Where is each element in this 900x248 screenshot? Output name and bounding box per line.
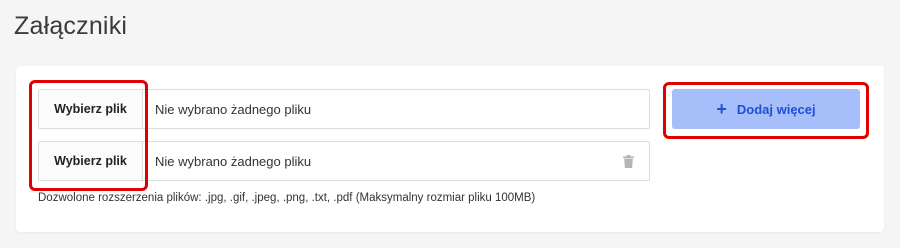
trash-icon[interactable] xyxy=(621,154,635,168)
file-input-row: Wybierz plik Nie wybrano żadnego pliku xyxy=(38,89,650,129)
add-more-label: Dodaj więcej xyxy=(736,101,816,117)
file-status-text: Nie wybrano żadnego pliku xyxy=(155,101,312,117)
file-status-text: Nie wybrano żadnego pliku xyxy=(155,153,312,169)
attachments-card: Wybierz plik Nie wybrano żadnego pliku W… xyxy=(16,66,884,232)
page-title: Załączniki xyxy=(14,12,128,40)
allowed-extensions-note: Dozwolone rozszerzenia plików: .jpg, .gi… xyxy=(38,192,536,204)
plus-icon: + xyxy=(716,99,727,119)
attachments-page: Załączniki Wybierz plik Nie wybrano żadn… xyxy=(0,0,900,248)
add-more-button[interactable]: + Dodaj więcej xyxy=(672,89,860,129)
file-input-row: Wybierz plik Nie wybrano żadnego pliku xyxy=(38,141,650,181)
choose-file-button[interactable]: Wybierz plik xyxy=(39,142,143,180)
choose-file-button[interactable]: Wybierz plik xyxy=(39,90,143,128)
